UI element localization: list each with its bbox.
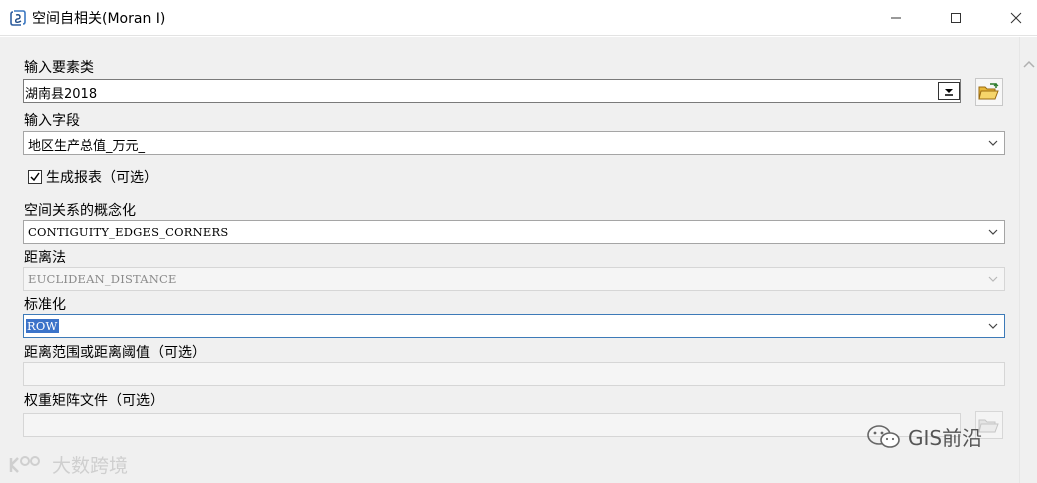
script-tool-icon	[10, 10, 26, 26]
chevron-down-icon	[988, 140, 998, 146]
maximize-button[interactable]	[933, 0, 979, 36]
weights-file-input	[23, 413, 961, 437]
watermark-right: GIS前沿	[866, 422, 982, 451]
distance-method-value: EUCLIDEAN_DISTANCE	[28, 272, 177, 286]
standardization-label: 标准化	[24, 297, 66, 313]
input-features-label: 输入要素类	[24, 60, 94, 76]
conceptualization-label: 空间关系的概念化	[24, 203, 136, 219]
open-folder-icon	[978, 83, 999, 100]
conceptualization-select[interactable]: CONTIGUITY_EDGES_CORNERS	[23, 220, 1005, 244]
watermark-left-text: 大数跨境	[52, 455, 129, 477]
title-bar: 空间自相关(Moran I)	[0, 0, 1037, 36]
maximize-icon	[951, 13, 961, 23]
dropdown-arrow-icon	[945, 89, 953, 96]
input-field-label: 输入字段	[24, 113, 80, 129]
generate-report-checkbox[interactable]: 生成报表（可选）	[28, 168, 158, 186]
checkmark-icon	[30, 172, 40, 182]
close-button[interactable]	[993, 0, 1037, 36]
distance-method-label: 距离法	[24, 250, 66, 266]
input-features-browse-button[interactable]	[975, 78, 1003, 106]
checkbox-box[interactable]	[28, 170, 42, 184]
distance-threshold-input	[23, 362, 1005, 386]
watermark-left: 大数跨境	[8, 451, 128, 478]
watermark-right-text: GIS前沿	[908, 426, 983, 450]
dialog-body: 输入要素类 湖南县2018 输入字段 地区生产总值_万元_ 生成报表（可选） 空…	[0, 37, 1037, 483]
scroll-up-arrow-icon[interactable]	[1023, 59, 1035, 69]
input-field-select[interactable]: 地区生产总值_万元_	[23, 131, 1005, 155]
chevron-down-icon	[988, 323, 998, 329]
input-features-dropdown-button[interactable]	[938, 82, 960, 100]
chevron-down-icon	[988, 229, 998, 235]
minimize-icon	[891, 17, 901, 19]
window-title: 空间自相关(Moran I)	[32, 11, 166, 27]
generate-report-label: 生成报表（可选）	[46, 170, 158, 186]
conceptualization-value: CONTIGUITY_EDGES_CORNERS	[28, 225, 229, 239]
close-icon	[1010, 12, 1022, 24]
chevron-down-icon	[988, 276, 998, 282]
minimize-button[interactable]	[873, 0, 919, 36]
input-features-value: 湖南县2018	[25, 87, 98, 102]
watermark-logo-icon	[9, 455, 40, 473]
weights-file-label: 权重矩阵文件（可选）	[24, 393, 164, 409]
parameters-panel: 输入要素类 湖南县2018 输入字段 地区生产总值_万元_ 生成报表（可选） 空…	[0, 37, 1019, 483]
distance-threshold-label: 距离范围或距离阈值（可选）	[24, 345, 206, 361]
input-field-value: 地区生产总值_万元_	[28, 139, 146, 154]
distance-method-select: EUCLIDEAN_DISTANCE	[23, 267, 1005, 291]
standardization-value: ROW	[26, 319, 59, 333]
standardization-select[interactable]: ROW	[23, 314, 1005, 338]
vertical-scrollbar[interactable]	[1019, 37, 1037, 483]
wechat-icon	[867, 424, 900, 448]
input-features-combo[interactable]: 湖南县2018	[23, 79, 961, 103]
